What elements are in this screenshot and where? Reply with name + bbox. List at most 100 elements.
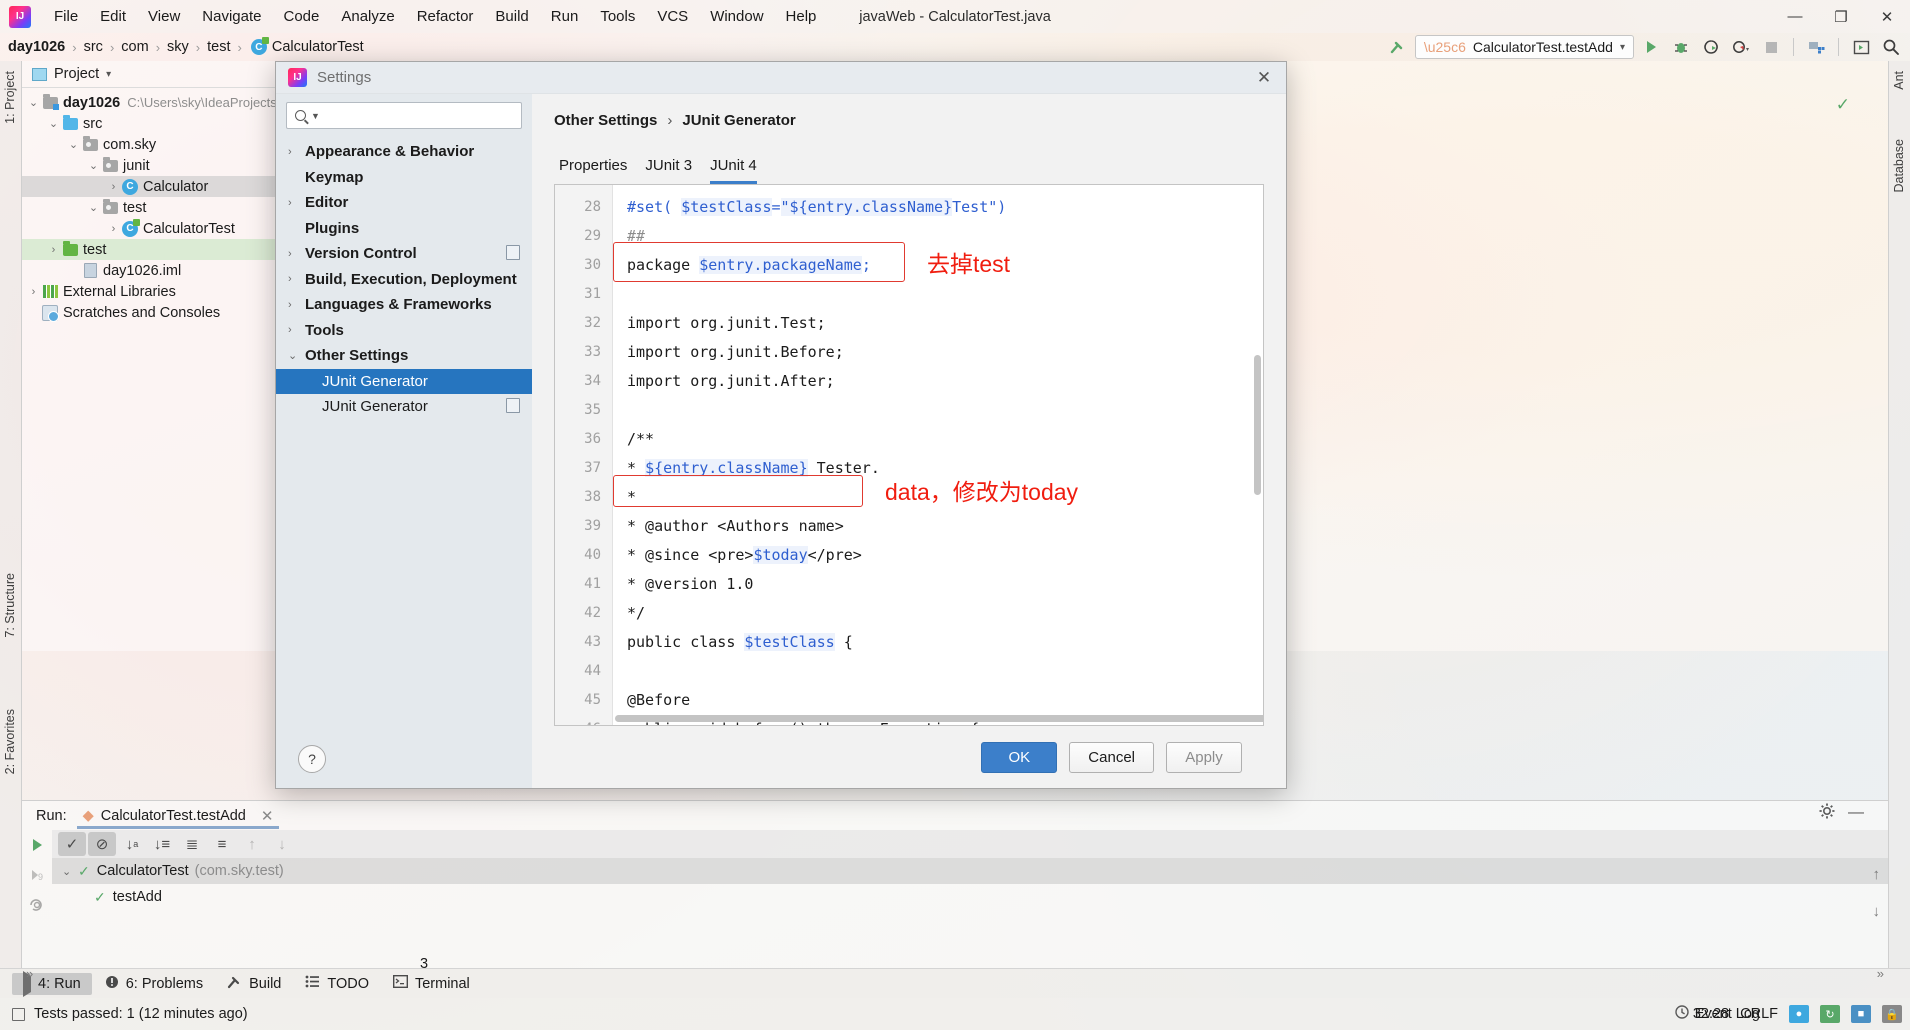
maximize-button[interactable]: ❐ <box>1818 0 1864 33</box>
settings-category-plugins[interactable]: Plugins <box>276 216 532 242</box>
close-icon[interactable]: ✕ <box>261 807 274 825</box>
tree-item-test-root[interactable]: › test <box>22 239 293 260</box>
menu-item-help[interactable]: Help <box>775 4 828 29</box>
template-code-editor[interactable]: 2829303132333435363738394041424344454647… <box>554 184 1264 726</box>
menu-item-analyze[interactable]: Analyze <box>330 4 405 29</box>
expand-arrow-icon[interactable]: › <box>288 197 305 209</box>
show-passed-tests-toggle[interactable]: ✓ <box>58 832 86 856</box>
chevron-down-icon[interactable]: ▼ <box>311 111 320 121</box>
expand-arrow-icon[interactable]: ⌄ <box>86 159 101 172</box>
settings-search-box[interactable]: ▼ <box>286 102 522 129</box>
settings-category-version-control[interactable]: › Version Control <box>276 241 532 267</box>
sort-by-duration-button[interactable]: ↓≡ <box>148 832 176 856</box>
code-line[interactable]: */ <box>613 599 1263 628</box>
search-everywhere-icon[interactable] <box>1878 35 1904 59</box>
run-tab-calculatortest-testadd[interactable]: ◆ CalculatorTest.testAdd ✕ <box>76 807 280 829</box>
tool-tab-database[interactable]: Database <box>1888 135 1910 197</box>
code-line[interactable] <box>613 280 1263 309</box>
sync-icon[interactable]: ↻ <box>1820 1005 1840 1023</box>
apply-button[interactable]: Apply <box>1166 741 1242 773</box>
settings-search-input[interactable] <box>324 106 521 125</box>
breadcrumb-src[interactable]: src <box>84 39 103 55</box>
run-button[interactable] <box>1638 35 1664 59</box>
window-layout-icon[interactable] <box>1848 35 1874 59</box>
tree-item-calculatortest[interactable]: › C CalculatorTest <box>22 218 293 239</box>
code-line[interactable] <box>613 396 1263 425</box>
settings-category-keymap[interactable]: Keymap <box>276 165 532 191</box>
menu-item-refactor[interactable]: Refactor <box>406 4 485 29</box>
next-failed-test-button[interactable]: ↓ <box>268 832 296 856</box>
menu-item-code[interactable]: Code <box>272 4 330 29</box>
menu-item-navigate[interactable]: Navigate <box>191 4 272 29</box>
expand-arrow-icon[interactable]: ⌄ <box>288 349 305 362</box>
menu-item-file[interactable]: File <box>43 4 89 29</box>
bottom-tab-problems[interactable]: 6: Problems <box>94 972 214 996</box>
code-line[interactable]: import org.junit.Test; <box>613 309 1263 338</box>
expand-arrow-icon[interactable]: › <box>106 181 121 193</box>
show-ignored-tests-toggle[interactable]: ⊘ <box>88 832 116 856</box>
tool-tab-favorites[interactable]: 2: Favorites <box>0 705 21 778</box>
code-line[interactable]: /** <box>613 425 1263 454</box>
ok-button[interactable]: OK <box>981 741 1058 773</box>
breadcrumb-day1026[interactable]: day1026 <box>8 39 65 55</box>
project-panel-header[interactable]: Project ▾ <box>22 61 293 88</box>
menu-item-window[interactable]: Window <box>699 4 774 29</box>
run-with-coverage-button[interactable] <box>1698 35 1724 59</box>
breadcrumb-root[interactable]: Other Settings <box>554 112 657 129</box>
expand-arrow-icon[interactable]: › <box>46 244 61 256</box>
code-line[interactable]: #set( $testClass="${entry.className}Test… <box>613 193 1263 222</box>
code-line[interactable]: import org.junit.After; <box>613 367 1263 396</box>
lock-icon[interactable]: 🔒 <box>1882 1005 1902 1023</box>
run-configuration-selector[interactable]: \u25c6 CalculatorTest.testAdd ▾ <box>1414 35 1634 59</box>
expand-arrow-icon[interactable]: › <box>288 146 305 158</box>
minimize-button[interactable]: — <box>1772 0 1818 33</box>
inspections-icon[interactable]: ■ <box>1851 1005 1871 1023</box>
tree-item-external-libraries[interactable]: › External Libraries <box>22 281 293 302</box>
tree-item-src[interactable]: ⌄ src <box>22 113 293 134</box>
expand-chevrons-icon[interactable]: » <box>1877 966 1884 981</box>
code-line[interactable]: * @author <Authors name> <box>613 512 1263 541</box>
rerun-failed-tests-button[interactable]: 9 <box>22 860 52 890</box>
expand-arrow-icon[interactable]: ⌄ <box>86 201 101 214</box>
code-line[interactable]: public class $testClass { <box>613 628 1263 657</box>
expand-arrow-icon[interactable]: › <box>106 223 121 235</box>
expand-arrow-icon[interactable]: › <box>288 299 305 311</box>
editor-vertical-scrollbar[interactable] <box>1254 355 1261 495</box>
hide-window-icon[interactable]: — <box>1848 804 1864 822</box>
cancel-button[interactable]: Cancel <box>1069 741 1154 773</box>
scroll-to-top-icon[interactable]: ↑ <box>1873 866 1881 883</box>
code-line[interactable]: * @since <pre>$today</pre> <box>613 541 1263 570</box>
settings-category-languages-frameworks[interactable]: › Languages & Frameworks <box>276 292 532 318</box>
collapse-all-button[interactable]: ≡ <box>208 832 236 856</box>
close-button[interactable]: ✕ <box>1864 0 1910 33</box>
expand-arrow-icon[interactable]: › <box>288 248 305 260</box>
tab-properties[interactable]: Properties <box>559 157 627 184</box>
tree-item-day1026[interactable]: ⌄ day1026 C:\Users\sky\IdeaProjects\ <box>22 92 293 113</box>
tab-junit-4[interactable]: JUnit 4 <box>710 157 757 184</box>
tree-item-day1026-iml[interactable]: day1026.iml <box>22 260 293 281</box>
settings-category-junit-generator-selected[interactable]: JUnit Generator <box>276 368 532 394</box>
tree-item-test-package[interactable]: ⌄ test <box>22 197 293 218</box>
scroll-to-bottom-icon[interactable]: ↓ <box>1873 903 1881 920</box>
git-branch-icon[interactable]: ● <box>1789 1005 1809 1023</box>
previous-failed-test-button[interactable]: ↑ <box>238 832 266 856</box>
menu-item-edit[interactable]: Edit <box>89 4 137 29</box>
settings-category-editor[interactable]: › Editor <box>276 190 532 216</box>
expand-arrow-icon[interactable]: ⌄ <box>26 96 41 109</box>
bottom-tab-terminal[interactable]: Terminal <box>382 972 481 995</box>
settings-category-tools[interactable]: › Tools <box>276 318 532 344</box>
project-structure-icon[interactable] <box>1803 35 1829 59</box>
toggle-auto-test-button[interactable] <box>22 890 52 920</box>
breadcrumb-com[interactable]: com <box>121 39 148 55</box>
expand-arrow-icon[interactable]: ⌄ <box>66 138 81 151</box>
tree-item-com-sky[interactable]: ⌄ com.sky <box>22 134 293 155</box>
menu-item-build[interactable]: Build <box>484 4 539 29</box>
bottom-tab-run[interactable]: 4: Run <box>12 970 92 997</box>
tree-item-scratches-consoles[interactable]: Scratches and Consoles <box>22 302 293 323</box>
bottom-tab-build[interactable]: Build <box>216 972 292 996</box>
debug-button[interactable] <box>1668 35 1694 59</box>
settings-category-other-settings[interactable]: ⌄ Other Settings <box>276 343 532 369</box>
tool-tab-project[interactable]: 1: Project <box>0 67 21 128</box>
breadcrumb-calculatortest[interactable]: CalculatorTest <box>272 39 364 55</box>
menu-item-view[interactable]: View <box>137 4 191 29</box>
